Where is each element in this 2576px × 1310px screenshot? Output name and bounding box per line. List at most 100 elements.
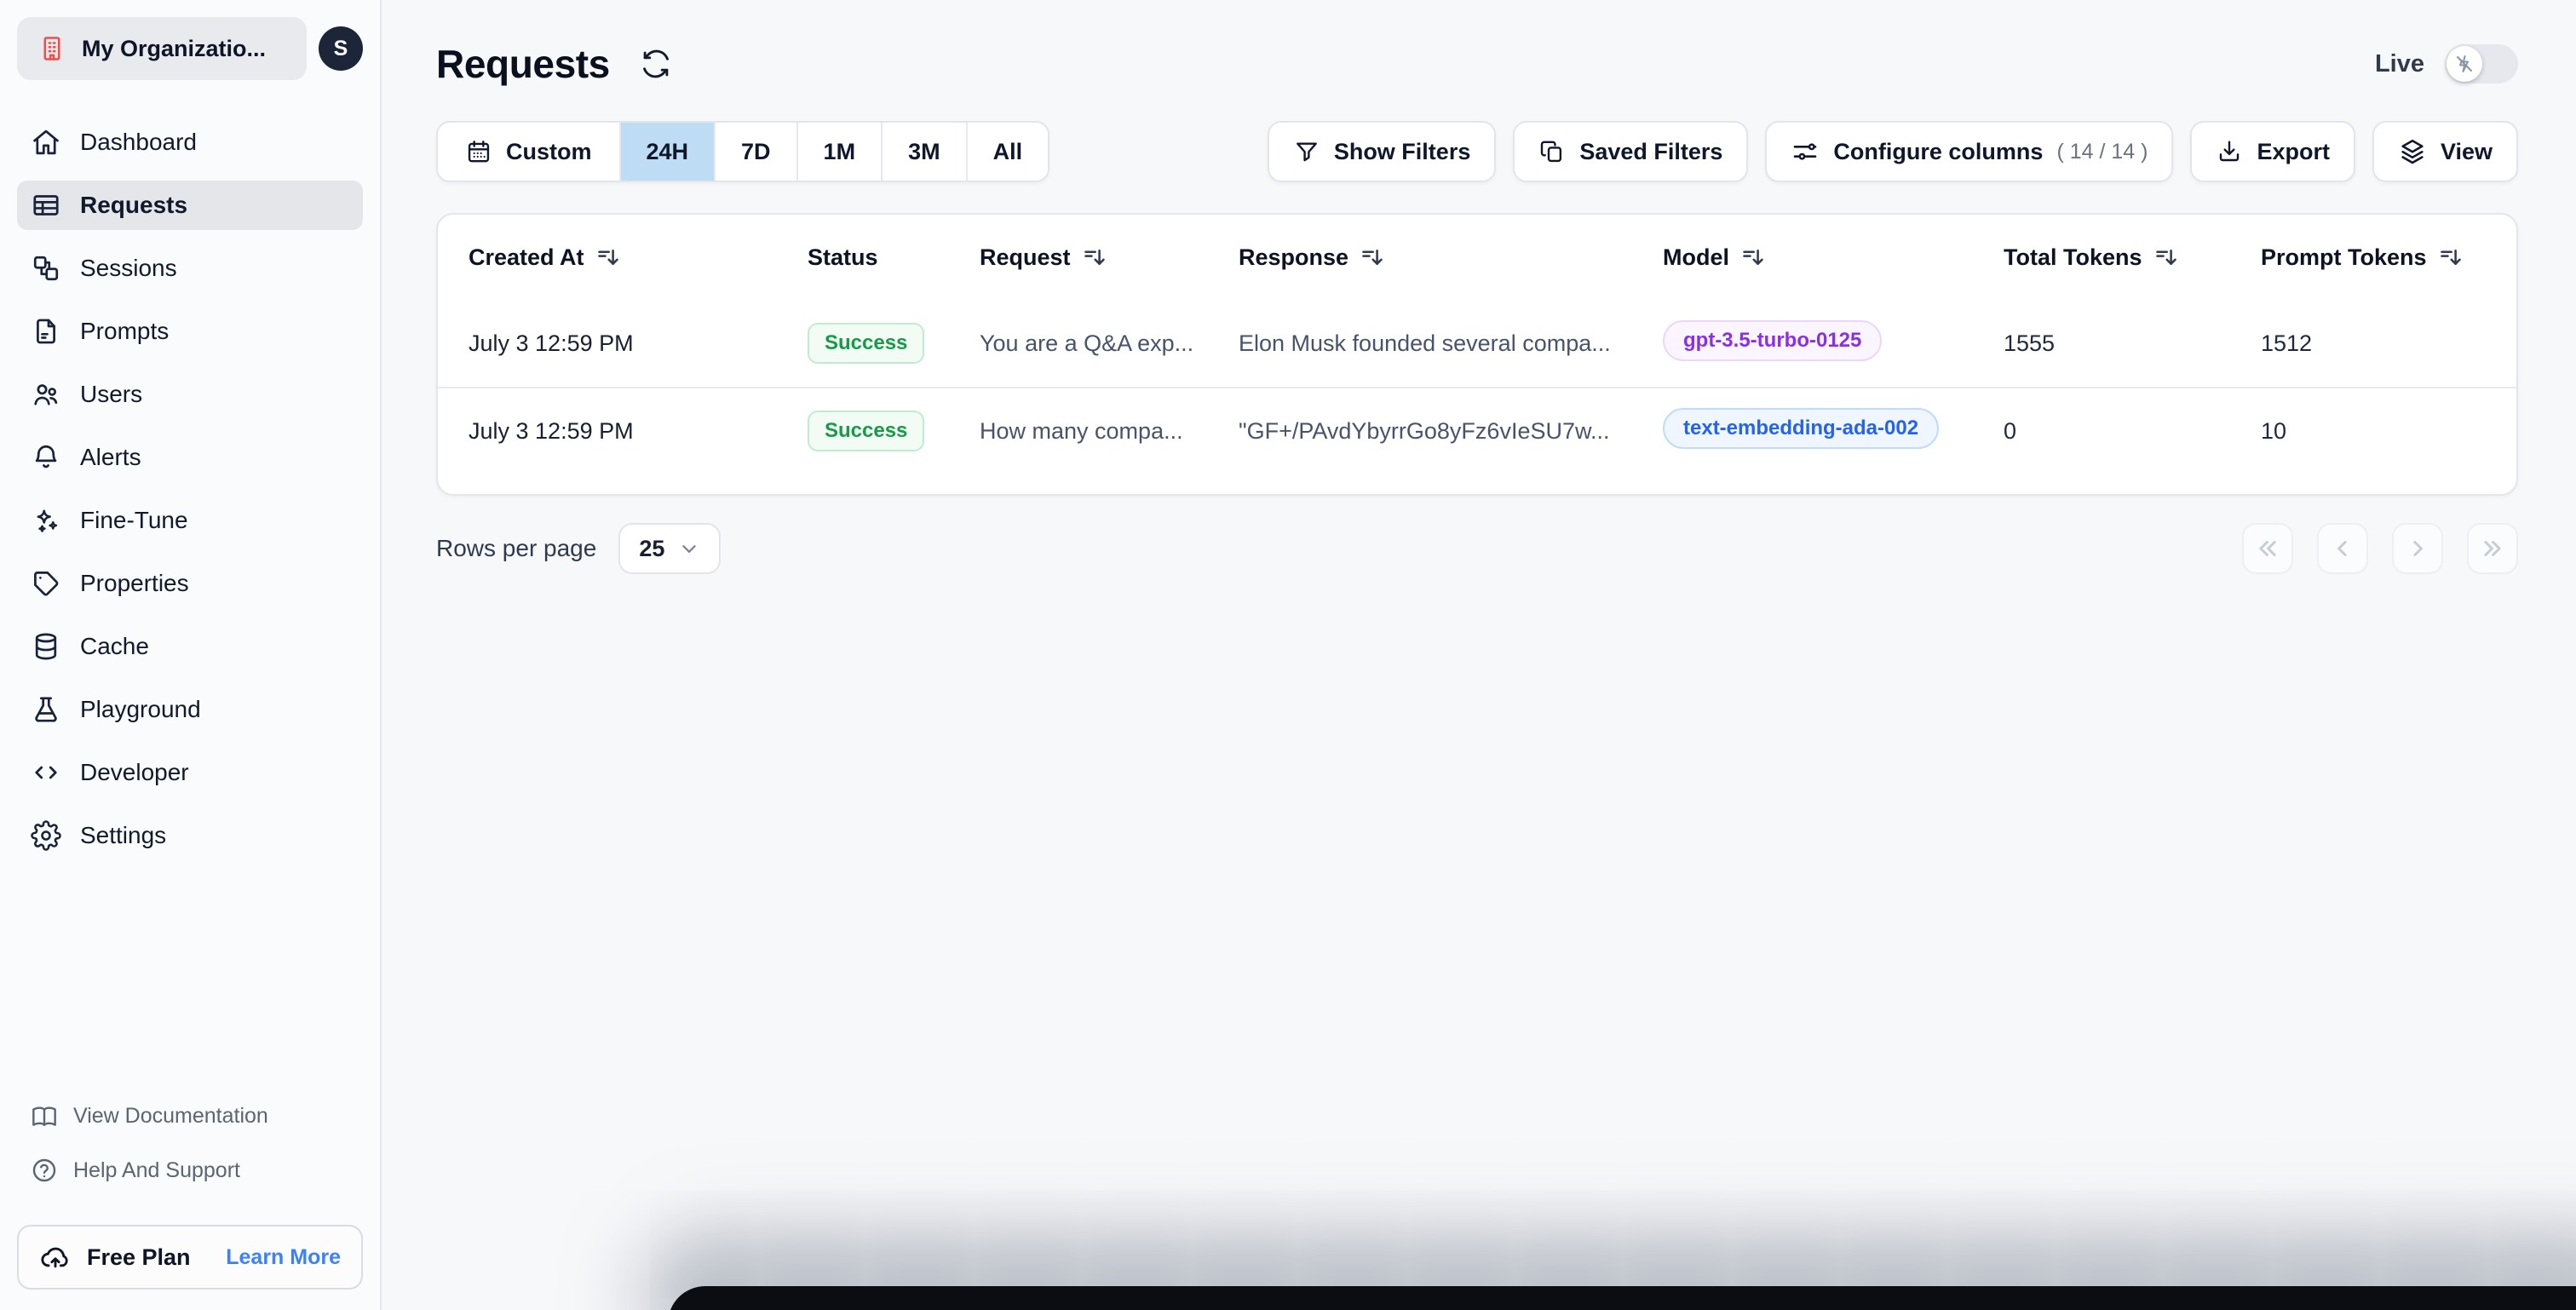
org-name: My Organizatio...	[82, 35, 267, 61]
chevrons-right-icon	[2480, 536, 2505, 561]
next-page-button[interactable]	[2392, 523, 2443, 574]
sidebar-item-fine-tune[interactable]: Fine-Tune	[17, 496, 363, 545]
help-circle-icon	[31, 1157, 58, 1184]
calendar-icon	[465, 138, 492, 165]
sidebar-item-requests[interactable]: Requests	[17, 181, 363, 230]
model-badge: gpt-3.5-turbo-0125	[1663, 319, 1883, 361]
column-header-created-at[interactable]: Created At	[469, 244, 808, 271]
book-open-icon	[31, 1102, 58, 1129]
sidebar-item-label: Sessions	[80, 255, 177, 281]
rows-per-page-select[interactable]: 25	[618, 523, 722, 574]
previous-page-button[interactable]	[2317, 523, 2368, 574]
last-page-button[interactable]	[2467, 523, 2518, 574]
prompt-tokens-cell: 10	[2261, 417, 2287, 444]
time-range-3m[interactable]: 3M	[881, 123, 966, 181]
button-label: Configure columns	[1833, 138, 2044, 164]
time-range-7d[interactable]: 7D	[714, 123, 796, 181]
status-badge: Success	[808, 323, 925, 364]
time-range-label: 24H	[646, 138, 689, 164]
sidebar-item-users[interactable]: Users	[17, 370, 363, 419]
code-icon	[31, 757, 61, 788]
sort-icon[interactable]	[1741, 245, 1765, 269]
footer-link-label: View Documentation	[73, 1103, 268, 1128]
request-cell: How many compa...	[980, 417, 1183, 444]
column-header-model[interactable]: Model	[1663, 244, 2004, 271]
rows-per-page-value: 25	[639, 535, 665, 561]
sidebar-item-developer[interactable]: Developer	[17, 748, 363, 797]
help-and-support-link[interactable]: Help And Support	[17, 1143, 363, 1198]
sidebar-item-dashboard[interactable]: Dashboard	[17, 118, 363, 167]
saved-filters-button[interactable]: Saved Filters	[1513, 121, 1749, 182]
sort-icon[interactable]	[1360, 245, 1384, 269]
table-icon	[31, 190, 61, 221]
footer-link-label: Help And Support	[73, 1158, 240, 1182]
sidebar-item-alerts[interactable]: Alerts	[17, 433, 363, 482]
sort-icon[interactable]	[2154, 245, 2178, 269]
column-header-total-tokens[interactable]: Total Tokens	[2004, 244, 2261, 271]
database-icon	[31, 631, 61, 662]
table-header-row: Created At Status Request Response Model	[438, 215, 2516, 300]
sliders-icon	[1791, 137, 1820, 166]
view-documentation-link[interactable]: View Documentation	[17, 1089, 363, 1143]
sidebar-item-playground[interactable]: Playground	[17, 685, 363, 734]
chevron-right-icon	[2405, 536, 2430, 561]
show-filters-button[interactable]: Show Filters	[1267, 121, 1497, 182]
copy-icon	[1538, 138, 1566, 165]
filter-funnel-icon	[1293, 138, 1320, 165]
configure-columns-button[interactable]: Configure columns ( 14 / 14 )	[1765, 121, 2174, 182]
app-window: My Organizatio... S Dashboard Requests S…	[0, 0, 2576, 1310]
sidebar-nav: Dashboard Requests Sessions Prompts User…	[17, 118, 363, 860]
plan-card[interactable]: Free Plan Learn More	[17, 1225, 363, 1290]
org-switcher-button[interactable]: My Organizatio...	[17, 17, 307, 80]
refresh-button[interactable]	[637, 45, 675, 83]
sidebar-item-properties[interactable]: Properties	[17, 559, 363, 608]
chevrons-left-icon	[2255, 536, 2280, 561]
table-row[interactable]: July 3 12:59 PM Success How many compa..…	[438, 387, 2516, 474]
org-logo-building-icon	[37, 34, 66, 63]
model-cell: gpt-3.5-turbo-0125	[1663, 319, 2004, 367]
status-badge: Success	[808, 411, 925, 451]
live-label: Live	[2374, 49, 2424, 78]
sparkles-icon	[31, 505, 61, 536]
first-page-button[interactable]	[2242, 523, 2293, 574]
time-range-1m[interactable]: 1M	[796, 123, 882, 181]
sidebar-item-settings[interactable]: Settings	[17, 811, 363, 860]
pagination-bar: Rows per page 25	[436, 523, 2518, 574]
sidebar-item-label: Developer	[80, 759, 189, 785]
sidebar-item-cache[interactable]: Cache	[17, 622, 363, 671]
column-header-response[interactable]: Response	[1239, 244, 1663, 271]
download-icon	[2216, 138, 2243, 165]
learn-more-link[interactable]: Learn More	[226, 1245, 341, 1270]
refresh-icon	[641, 49, 671, 79]
live-toggle[interactable]	[2445, 44, 2518, 83]
page-nav-buttons	[2242, 523, 2518, 574]
column-header-prompt-tokens[interactable]: Prompt Tokens	[2261, 244, 2516, 271]
sort-icon[interactable]	[596, 245, 620, 269]
export-button[interactable]: Export	[2190, 121, 2355, 182]
requests-table: Created At Status Request Response Model	[436, 213, 2518, 496]
table-row[interactable]: July 3 12:59 PM Success You are a Q&A ex…	[438, 300, 2516, 387]
button-label: Export	[2257, 138, 2330, 164]
toggle-knob	[2447, 46, 2482, 82]
response-cell: Elon Musk founded several compa...	[1239, 330, 1611, 356]
time-range-24h[interactable]: 24H	[618, 123, 715, 181]
time-range-label: 1M	[823, 138, 856, 164]
user-avatar[interactable]: S	[319, 26, 363, 71]
sort-icon[interactable]	[1083, 245, 1107, 269]
time-range-custom[interactable]: Custom	[438, 123, 619, 181]
time-range-all[interactable]: All	[965, 123, 1049, 181]
view-button[interactable]: View	[2372, 121, 2518, 182]
status-cell: Success	[808, 323, 980, 364]
chevron-down-icon	[678, 537, 700, 560]
time-range-label: 7D	[741, 138, 771, 164]
column-header-request[interactable]: Request	[980, 244, 1239, 271]
sort-icon[interactable]	[2439, 245, 2463, 269]
request-cell: You are a Q&A exp...	[980, 330, 1194, 356]
sidebar-item-label: Cache	[80, 633, 149, 659]
page-header: Requests Live	[436, 41, 2518, 87]
sidebar-item-sessions[interactable]: Sessions	[17, 244, 363, 293]
gear-icon	[31, 820, 61, 851]
sidebar-item-label: Dashboard	[80, 129, 197, 155]
sidebar-item-prompts[interactable]: Prompts	[17, 307, 363, 356]
column-count: ( 14 / 14 )	[2056, 139, 2148, 164]
